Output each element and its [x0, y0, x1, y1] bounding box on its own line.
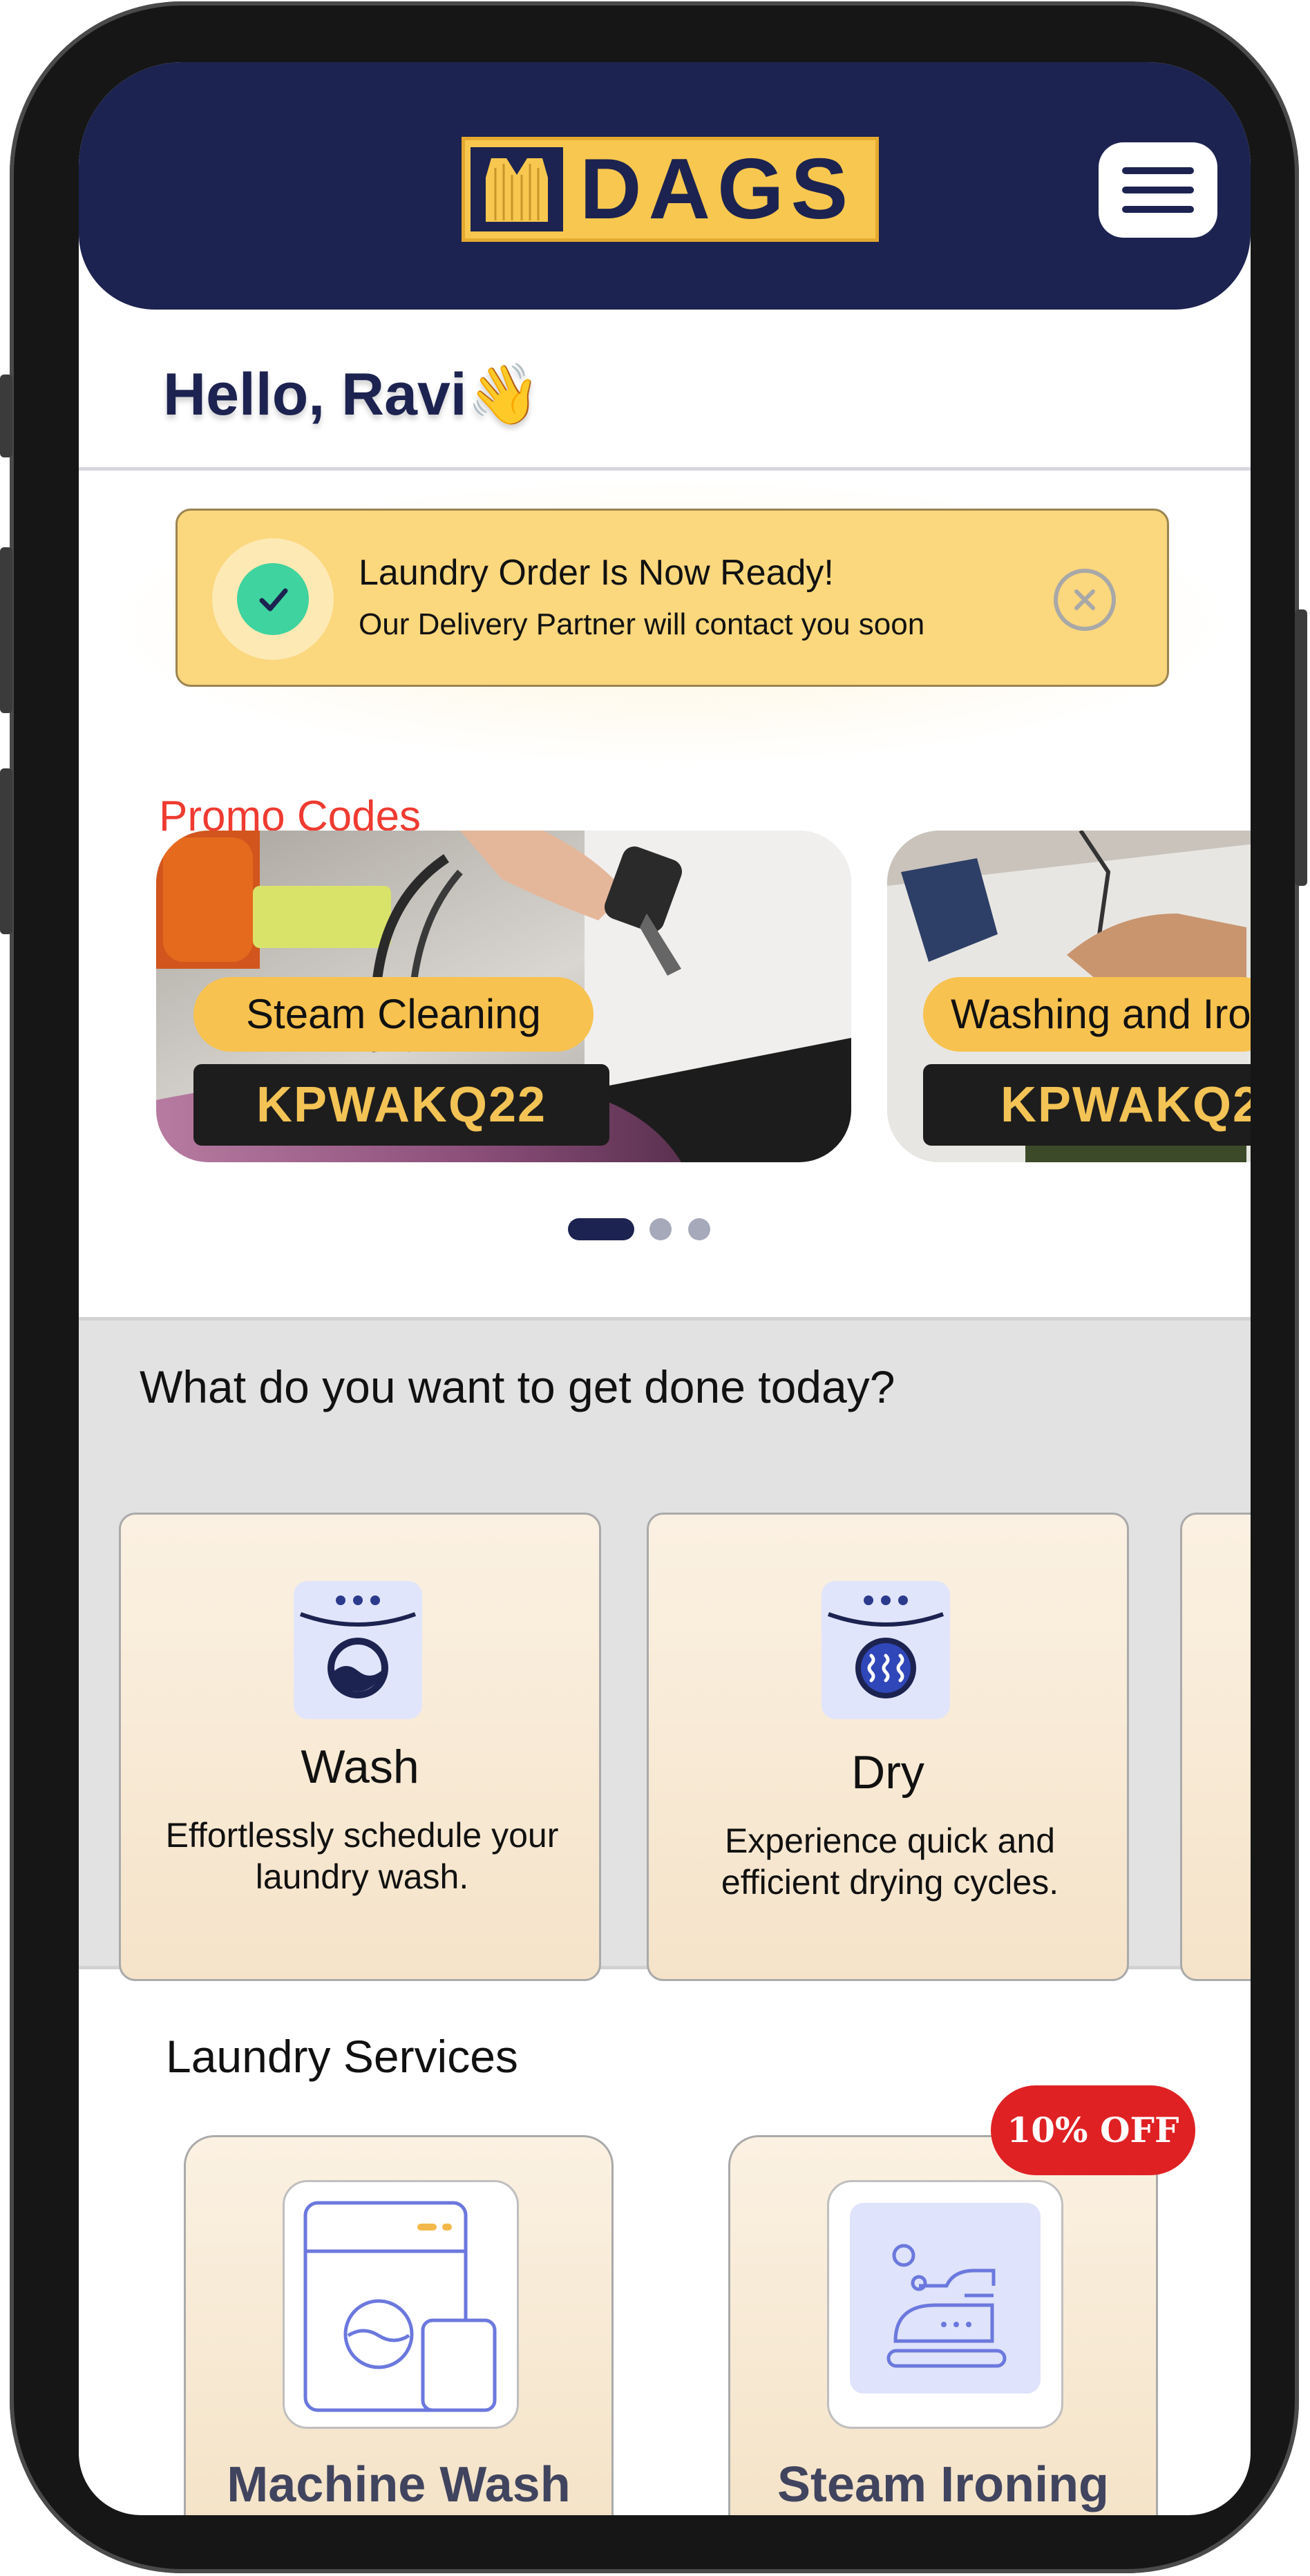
steam-ironing-card[interactable]: Steam Ironing	[728, 2135, 1158, 2515]
divider	[79, 467, 1251, 471]
notification-title: Laundry Order Is Now Ready!	[359, 553, 834, 593]
promo-card-washing-ironing[interactable]: Washing and Iro KPWAKQ2	[887, 831, 1251, 1162]
check-icon	[212, 538, 334, 660]
quick-services-title: What do you want to get done today?	[140, 1361, 895, 1412]
laundry-services-title: Laundry Services	[166, 2031, 518, 2082]
wash-card[interactable]: Wash Effortlessly schedule your laundry …	[119, 1513, 601, 1981]
promo-card-steam-cleaning[interactable]: Steam Cleaning KPWAKQ22	[156, 831, 851, 1162]
wash-description: Effortlessly schedule your laundry wash.	[165, 1816, 559, 1896]
volume-up-button	[0, 547, 12, 713]
hamburger-menu-icon[interactable]	[1099, 142, 1217, 238]
app-header: DAGS	[79, 62, 1251, 310]
carousel-dot[interactable]	[649, 1218, 672, 1240]
volume-down-button	[0, 768, 12, 934]
machine-wash-icon	[283, 2180, 519, 2429]
dags-logo: DAGS	[462, 137, 879, 242]
steam-ironing-name: Steam Ironing	[777, 2457, 1110, 2512]
app-screen: DAGS Hello, Ravi👋 Laundry Order Is Now R…	[79, 62, 1251, 2515]
mute-switch	[0, 375, 12, 457]
logo-text: DAGS	[580, 142, 855, 237]
dry-title: Dry	[851, 1746, 924, 1799]
order-ready-notification: Laundry Order Is Now Ready! Our Delivery…	[175, 509, 1169, 687]
steam-iron-icon	[827, 2180, 1063, 2429]
greeting-text: Hello, Ravi	[163, 361, 467, 428]
carousel-dot-active[interactable]	[568, 1218, 634, 1240]
discount-badge: 10% OFF	[991, 2085, 1195, 2175]
waving-hand-icon: 👋	[466, 361, 541, 428]
quick-services-section: What do you want to get done today? Wash…	[79, 1317, 1251, 1981]
promo-label: Washing and Iro	[923, 977, 1251, 1052]
dry-description: Experience quick and efficient drying cy…	[721, 1821, 1059, 1902]
vest-icon	[471, 147, 563, 231]
notification-subtitle: Our Delivery Partner will contact you so…	[359, 607, 925, 641]
service-card-partial[interactable]	[1180, 1513, 1251, 1981]
promo-code: KPWAKQ22	[193, 1064, 609, 1146]
carousel-dot[interactable]	[688, 1218, 710, 1240]
phone-frame: DAGS Hello, Ravi👋 Laundry Order Is Now R…	[0, 1, 1307, 2573]
machine-wash-name: Machine Wash	[227, 2457, 571, 2512]
washing-machine-icon	[294, 1581, 422, 1719]
power-button	[1295, 609, 1307, 886]
promo-code: KPWAKQ2	[923, 1064, 1251, 1146]
close-circle-icon[interactable]	[1054, 569, 1116, 631]
dryer-icon	[822, 1581, 950, 1719]
dry-card[interactable]: Dry Experience quick and efficient dryin…	[647, 1513, 1129, 1981]
machine-wash-card[interactable]: Machine Wash	[184, 2135, 614, 2515]
wash-title: Wash	[301, 1741, 419, 1793]
promo-label: Steam Cleaning	[193, 977, 594, 1052]
greeting: Hello, Ravi👋	[163, 359, 541, 429]
